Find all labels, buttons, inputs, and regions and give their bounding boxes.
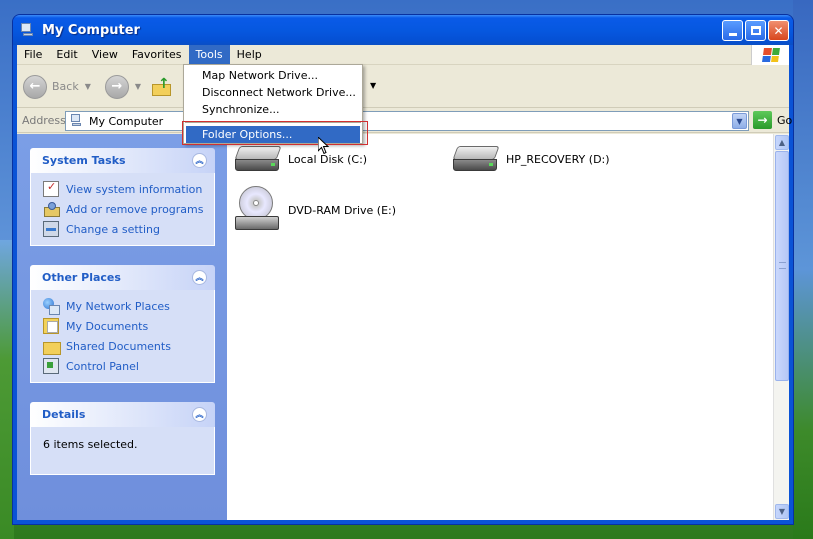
windows-logo bbox=[751, 45, 789, 65]
address-value: My Computer bbox=[89, 114, 164, 128]
up-folder-button[interactable]: ↑ bbox=[151, 76, 173, 98]
go-button[interactable]: → Go bbox=[753, 111, 792, 129]
scroll-up-button[interactable]: ▲ bbox=[775, 135, 789, 150]
add-remove-icon bbox=[43, 201, 60, 217]
scroll-thumb[interactable] bbox=[775, 151, 789, 381]
task-pane: System Tasks ︽ View system information A… bbox=[17, 134, 227, 520]
hard-drive-icon bbox=[234, 144, 283, 174]
system-tasks-title: System Tasks bbox=[42, 154, 126, 167]
place-my-documents[interactable]: My Documents bbox=[43, 316, 214, 336]
details-title: Details bbox=[42, 408, 86, 421]
menu-map-network-drive[interactable]: Map Network Drive... bbox=[184, 67, 362, 84]
collapse-icon[interactable]: ︽ bbox=[192, 407, 207, 422]
window-client: File Edit View Favorites Tools Help ← Ba… bbox=[17, 45, 792, 520]
window-title: My Computer bbox=[42, 22, 140, 38]
task-label: Add or remove programs bbox=[66, 202, 204, 216]
my-computer-icon bbox=[20, 22, 36, 38]
place-label: My Documents bbox=[66, 319, 149, 333]
task-view-system-information[interactable]: View system information bbox=[43, 179, 214, 199]
drive-e[interactable]: DVD-RAM Drive (E:) bbox=[235, 186, 396, 234]
menu-bar: File Edit View Favorites Tools Help bbox=[17, 45, 789, 65]
mouse-pointer-icon bbox=[318, 137, 330, 155]
menu-disconnect-network-drive[interactable]: Disconnect Network Drive... bbox=[184, 84, 362, 101]
menu-view[interactable]: View bbox=[85, 45, 125, 64]
task-change-setting[interactable]: Change a setting bbox=[43, 219, 214, 239]
place-label: Control Panel bbox=[66, 359, 139, 373]
chevron-up-icon: ▲ bbox=[778, 138, 786, 147]
details-header[interactable]: Details ︽ bbox=[30, 402, 215, 427]
title-bar[interactable]: My Computer ✕ bbox=[13, 15, 793, 45]
go-label: Go bbox=[777, 113, 793, 127]
place-label: Shared Documents bbox=[66, 339, 171, 353]
place-label: My Network Places bbox=[66, 299, 170, 313]
address-input[interactable]: My Computer ▼ bbox=[65, 111, 749, 131]
task-label: View system information bbox=[66, 182, 203, 196]
address-dropdown-button[interactable]: ▼ bbox=[732, 113, 747, 129]
drive-d[interactable]: HP_RECOVERY (D:) bbox=[452, 144, 610, 174]
close-icon: ✕ bbox=[773, 23, 784, 38]
other-places-panel: Other Places ︽ My Network Places My Docu… bbox=[30, 265, 215, 383]
folder-icon bbox=[43, 338, 61, 355]
other-places-header[interactable]: Other Places ︽ bbox=[30, 265, 215, 290]
address-bar: Address My Computer ▼ → Go bbox=[17, 109, 792, 133]
back-arrow-icon: ← bbox=[23, 74, 47, 99]
back-label: Back bbox=[52, 80, 79, 93]
drive-label: DVD-RAM Drive (E:) bbox=[288, 203, 397, 217]
collapse-icon[interactable]: ︽ bbox=[192, 153, 207, 168]
system-tasks-header[interactable]: System Tasks ︽ bbox=[30, 148, 215, 173]
system-info-icon bbox=[43, 180, 59, 197]
windows-flag-icon bbox=[761, 48, 780, 62]
forward-arrow-icon: → bbox=[104, 74, 129, 99]
other-places-title: Other Places bbox=[42, 271, 121, 284]
menu-file[interactable]: File bbox=[17, 45, 49, 64]
highlight-annotation-box bbox=[182, 121, 368, 145]
minimize-icon bbox=[728, 33, 737, 36]
menu-edit[interactable]: Edit bbox=[49, 45, 84, 64]
menu-synchronize[interactable]: Synchronize... bbox=[184, 101, 362, 118]
scroll-down-button[interactable]: ▼ bbox=[775, 504, 789, 519]
details-text: 6 items selected. bbox=[43, 438, 138, 451]
task-label: Change a setting bbox=[66, 222, 160, 236]
file-view: Local Disk (C:) HP_RECOVERY (D:) DVD-RAM… bbox=[227, 134, 773, 520]
vertical-scrollbar[interactable]: ▲ ▼ bbox=[773, 134, 789, 520]
my-computer-icon bbox=[70, 114, 84, 128]
go-arrow-icon: → bbox=[753, 111, 772, 129]
drive-c[interactable]: Local Disk (C:) bbox=[234, 144, 367, 174]
place-control-panel[interactable]: Control Panel bbox=[43, 356, 214, 376]
details-panel: Details ︽ 6 items selected. bbox=[30, 402, 215, 475]
forward-dropdown-icon[interactable]: ▼ bbox=[135, 82, 141, 91]
forward-button[interactable]: → ▼ bbox=[104, 74, 141, 99]
minimize-button[interactable] bbox=[722, 20, 743, 41]
drive-label: HP_RECOVERY (D:) bbox=[506, 152, 610, 166]
task-add-remove-programs[interactable]: Add or remove programs bbox=[43, 199, 214, 219]
toolbar: ← Back ▼ → ▼ ↑ ▼ bbox=[17, 66, 789, 108]
address-label: Address bbox=[22, 114, 66, 127]
menu-favorites[interactable]: Favorites bbox=[125, 45, 189, 64]
maximize-button[interactable] bbox=[745, 20, 766, 41]
control-panel-icon bbox=[43, 221, 59, 237]
explorer-window: My Computer ✕ File Edit View Favorites T… bbox=[12, 14, 794, 525]
back-button[interactable]: ← Back ▼ bbox=[23, 74, 91, 99]
place-my-network-places[interactable]: My Network Places bbox=[43, 296, 214, 316]
desktop-background-right bbox=[793, 0, 813, 539]
close-button[interactable]: ✕ bbox=[768, 20, 789, 41]
menu-help[interactable]: Help bbox=[230, 45, 269, 64]
chevron-down-icon: ▼ bbox=[778, 507, 786, 516]
up-arrow-icon: ↑ bbox=[158, 75, 170, 92]
collapse-icon[interactable]: ︽ bbox=[192, 270, 207, 285]
views-dropdown-icon[interactable]: ▼ bbox=[370, 81, 376, 90]
back-dropdown-icon[interactable]: ▼ bbox=[85, 82, 91, 91]
place-shared-documents[interactable]: Shared Documents bbox=[43, 336, 214, 356]
network-icon bbox=[43, 298, 60, 315]
menu-tools[interactable]: Tools bbox=[188, 45, 230, 64]
control-panel-icon bbox=[43, 358, 59, 374]
chevron-down-icon: ▼ bbox=[736, 116, 743, 126]
hard-drive-icon bbox=[452, 144, 501, 174]
maximize-icon bbox=[750, 26, 761, 35]
system-tasks-panel: System Tasks ︽ View system information A… bbox=[30, 148, 215, 246]
documents-icon bbox=[43, 318, 59, 334]
grip-icon bbox=[779, 262, 786, 269]
cd-drive-icon bbox=[235, 186, 283, 234]
